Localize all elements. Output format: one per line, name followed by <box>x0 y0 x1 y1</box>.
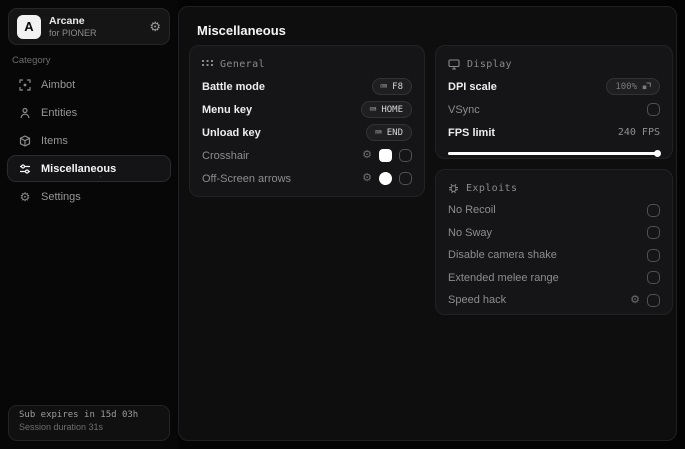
sidebar: A Arcane for PIONER ⚙ Category Aimbot En… <box>0 0 178 449</box>
category-label: Category <box>12 55 51 66</box>
brand-name: Arcane <box>49 14 85 27</box>
vsync-row: VSync <box>448 102 660 117</box>
disable-camera-shake-row: Disable camera shake <box>448 248 660 263</box>
extended-melee-range-row: Extended melee range <box>448 270 660 285</box>
monitor-icon <box>448 58 460 70</box>
display-header: Display <box>448 57 660 71</box>
menu-key-row: Menu key ⌨ HOME <box>202 101 412 118</box>
battle-mode-keybind[interactable]: ⌨ F8 <box>371 78 412 95</box>
sidebar-item-items[interactable]: Items <box>7 127 171 154</box>
dpi-scale-value: 100% <box>615 81 637 92</box>
unload-key-label: Unload key <box>202 126 261 139</box>
unload-key-row: Unload key ⌨ END <box>202 124 412 141</box>
box-icon <box>18 134 32 147</box>
extended-melee-range-label: Extended melee range <box>448 271 559 284</box>
keybind-value: HOME <box>381 104 403 115</box>
keyboard-icon: ⌨ <box>380 80 388 93</box>
fps-limit-row: FPS limit 240 FPS <box>448 125 660 140</box>
gear-icon: ⚙ <box>19 189 31 204</box>
subscription-card: Sub expires in 15d 03h Session duration … <box>8 405 170 441</box>
no-sway-checkbox[interactable] <box>647 226 660 239</box>
no-sway-label: No Sway <box>448 226 493 239</box>
sidebar-nav: Aimbot Entities Items Miscellaneous ⚙ Se… <box>7 71 171 211</box>
grid-dots-icon <box>202 59 213 66</box>
sidebar-item-label: Settings <box>41 190 81 203</box>
vsync-label: VSync <box>448 103 480 116</box>
sidebar-item-label: Miscellaneous <box>41 162 117 175</box>
sidebar-item-label: Items <box>41 134 68 147</box>
unload-keybind[interactable]: ⌨ END <box>366 124 412 141</box>
crosshair-row: Crosshair ⚙ <box>202 148 412 163</box>
brand-text: Arcane for PIONER <box>49 15 141 38</box>
fps-limit-slider[interactable] <box>448 150 661 157</box>
menu-keybind[interactable]: ⌨ HOME <box>360 101 412 118</box>
brand-logo: A <box>17 14 41 39</box>
crosshair-checkbox[interactable] <box>399 149 412 162</box>
general-title: General <box>220 58 265 70</box>
sliders-icon <box>18 163 32 175</box>
extended-melee-range-checkbox[interactable] <box>647 271 660 284</box>
exploits-header: Exploits <box>448 181 660 195</box>
scan-icon <box>18 78 32 91</box>
no-recoil-row: No Recoil <box>448 203 660 218</box>
fps-slider-fill <box>448 152 660 155</box>
sidebar-item-miscellaneous[interactable]: Miscellaneous <box>7 155 171 182</box>
no-sway-row: No Sway <box>448 225 660 240</box>
vsync-checkbox[interactable] <box>647 103 660 116</box>
sidebar-item-aimbot[interactable]: Aimbot <box>7 71 171 98</box>
brand-subtitle: for PIONER <box>49 27 97 38</box>
main-panel: Miscellaneous General Battle mode ⌨ F8 M… <box>178 6 677 441</box>
general-panel: General Battle mode ⌨ F8 Menu key ⌨ HOME… <box>189 45 425 197</box>
dpi-scale-label: DPI scale <box>448 80 497 93</box>
offscreen-arrows-checkbox[interactable] <box>399 172 412 185</box>
brand-card: A Arcane for PIONER ⚙ <box>8 8 170 45</box>
dpi-scale-select[interactable]: 100% <box>606 78 660 95</box>
fps-limit-label: FPS limit <box>448 126 496 139</box>
resize-icon <box>642 82 651 90</box>
offscreen-arrows-label: Off-Screen arrows <box>202 172 292 185</box>
color-swatch[interactable] <box>379 149 392 162</box>
gear-icon[interactable]: ⚙ <box>362 150 372 161</box>
entities-icon <box>18 107 32 119</box>
battle-mode-label: Battle mode <box>202 80 265 93</box>
gear-icon[interactable]: ⚙ <box>630 294 640 306</box>
exploits-title: Exploits <box>466 182 518 194</box>
speed-hack-checkbox[interactable] <box>647 293 660 307</box>
offscreen-arrows-row: Off-Screen arrows ⚙ <box>202 171 412 186</box>
dpi-scale-row: DPI scale 100% <box>448 78 660 95</box>
battle-mode-row: Battle mode ⌨ F8 <box>202 78 412 95</box>
keyboard-icon: ⌨ <box>369 103 377 116</box>
exploits-panel: Exploits No Recoil No Sway Disable camer… <box>435 169 673 315</box>
speed-hack-label: Speed hack <box>448 294 507 306</box>
color-swatch[interactable] <box>379 172 392 185</box>
display-panel: Display DPI scale 100% VSync FPS limit 2… <box>435 45 673 159</box>
general-header: General <box>202 57 412 71</box>
sidebar-item-label: Entities <box>41 106 78 119</box>
gear-icon[interactable]: ⚙ <box>149 19 161 35</box>
bug-icon <box>449 183 458 193</box>
fps-limit-value: 240 FPS <box>617 127 660 138</box>
slider-knob[interactable] <box>654 150 661 157</box>
crosshair-label: Crosshair <box>202 149 250 162</box>
sidebar-item-label: Aimbot <box>41 78 76 91</box>
display-title: Display <box>467 58 512 70</box>
keyboard-icon: ⌨ <box>375 126 382 139</box>
sidebar-item-entities[interactable]: Entities <box>7 99 171 126</box>
sub-expires-text: Sub expires in 15d 03h <box>19 410 139 420</box>
disable-camera-shake-checkbox[interactable] <box>647 248 660 262</box>
page-title: Miscellaneous <box>197 23 286 38</box>
disable-camera-shake-label: Disable camera shake <box>448 249 557 261</box>
no-recoil-label: No Recoil <box>448 204 496 216</box>
keybind-value: F8 <box>392 81 403 92</box>
gear-icon[interactable]: ⚙ <box>362 173 372 184</box>
menu-key-label: Menu key <box>202 103 253 116</box>
keybind-value: END <box>386 127 403 138</box>
speed-hack-row: Speed hack ⚙ <box>448 293 660 308</box>
no-recoil-checkbox[interactable] <box>647 203 660 217</box>
app-window: A Arcane for PIONER ⚙ Category Aimbot En… <box>0 0 685 449</box>
session-duration-text: Session duration 31s <box>19 422 104 432</box>
sidebar-item-settings[interactable]: ⚙ Settings <box>7 183 171 210</box>
